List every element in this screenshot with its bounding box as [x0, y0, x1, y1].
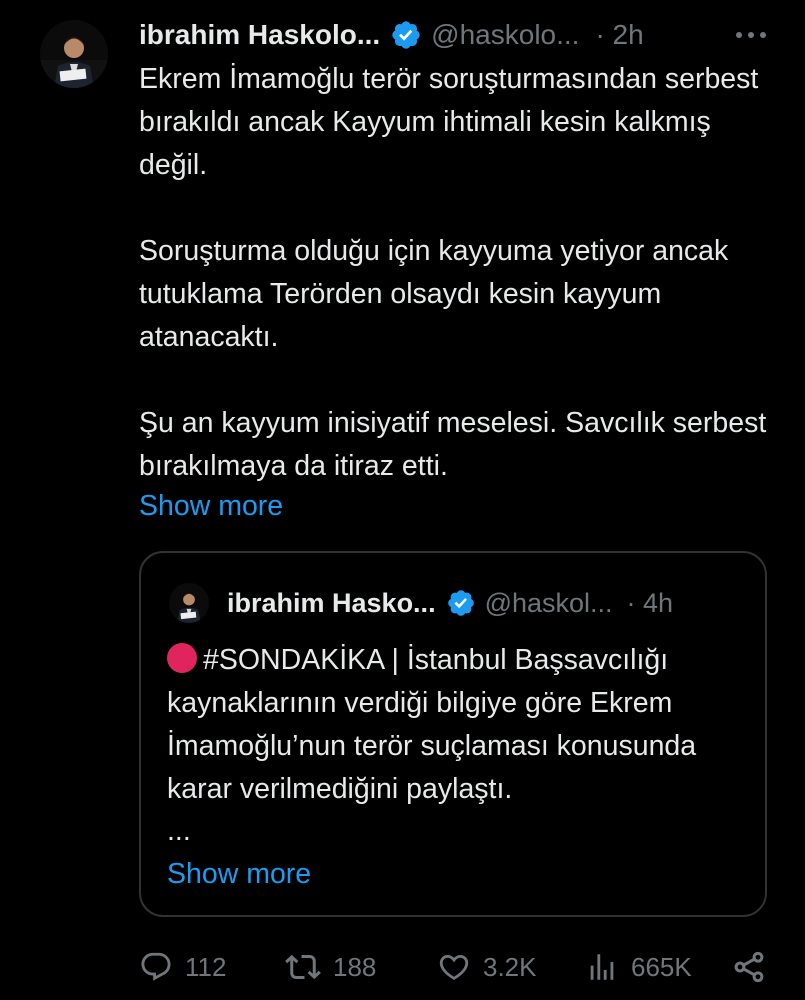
- views-button[interactable]: 665K: [585, 945, 692, 989]
- author-name[interactable]: ibrahim Haskolo...: [139, 19, 380, 51]
- tweet-paragraph: Ekrem İmamoğlu terör soruşturmasından se…: [139, 63, 759, 181]
- quote-body: #SONDAKİKA | İstanbul Başsavcılığı kayna…: [167, 644, 697, 805]
- quote-header: ibrahim Hasko... @haskol... · 4h: [227, 583, 673, 623]
- author-handle[interactable]: @haskolo...: [431, 19, 579, 51]
- repost-count: 188: [333, 951, 377, 982]
- quote-show-more-link[interactable]: Show more: [167, 853, 311, 896]
- reply-icon: [141, 952, 171, 981]
- reply-count: 112: [185, 951, 227, 982]
- views-icon: [590, 954, 614, 980]
- tweet-paragraph: Soruşturma olduğu için kayyuma yetiyor a…: [139, 235, 729, 353]
- repost-button[interactable]: 188: [285, 945, 376, 989]
- views-count: 665K: [631, 951, 692, 982]
- tweet-paragraph: Şu an kayyum inisiyatif meselesi. Savcıl…: [139, 407, 767, 482]
- quoted-tweet[interactable]: ibrahim Hasko... @haskol... · 4h #SONDAK…: [139, 551, 767, 917]
- quote-author-name[interactable]: ibrahim Hasko...: [227, 588, 436, 619]
- quote-text: #SONDAKİKA | İstanbul Başsavcılığı kayna…: [167, 639, 757, 851]
- like-icon: [439, 954, 469, 980]
- tweet-header: ibrahim Haskolo... @haskolo... · 2h: [139, 14, 779, 56]
- share-icon: [734, 951, 764, 983]
- quote-avatar[interactable]: [169, 583, 209, 623]
- like-count: 3.2K: [483, 951, 537, 982]
- more-options-icon[interactable]: [731, 25, 771, 45]
- quote-timestamp[interactable]: · 4h: [627, 588, 674, 619]
- red-circle-icon: [167, 643, 197, 673]
- quote-author-handle[interactable]: @haskol...: [485, 588, 613, 619]
- like-button[interactable]: 3.2K: [437, 945, 537, 989]
- verified-badge-icon: [392, 21, 420, 49]
- reply-button[interactable]: 112: [139, 945, 226, 989]
- share-button[interactable]: [731, 945, 767, 989]
- avatar[interactable]: [40, 20, 108, 88]
- timestamp[interactable]: · 2h: [595, 19, 643, 51]
- repost-icon: [285, 954, 321, 980]
- action-bar: 112 188 3.2K 665K: [139, 945, 779, 989]
- quote-ellipsis: ...: [167, 815, 191, 847]
- show-more-link[interactable]: Show more: [139, 485, 283, 528]
- tweet-text: Ekrem İmamoğlu terör soruşturmasından se…: [139, 58, 779, 488]
- verified-badge-icon: [447, 590, 474, 616]
